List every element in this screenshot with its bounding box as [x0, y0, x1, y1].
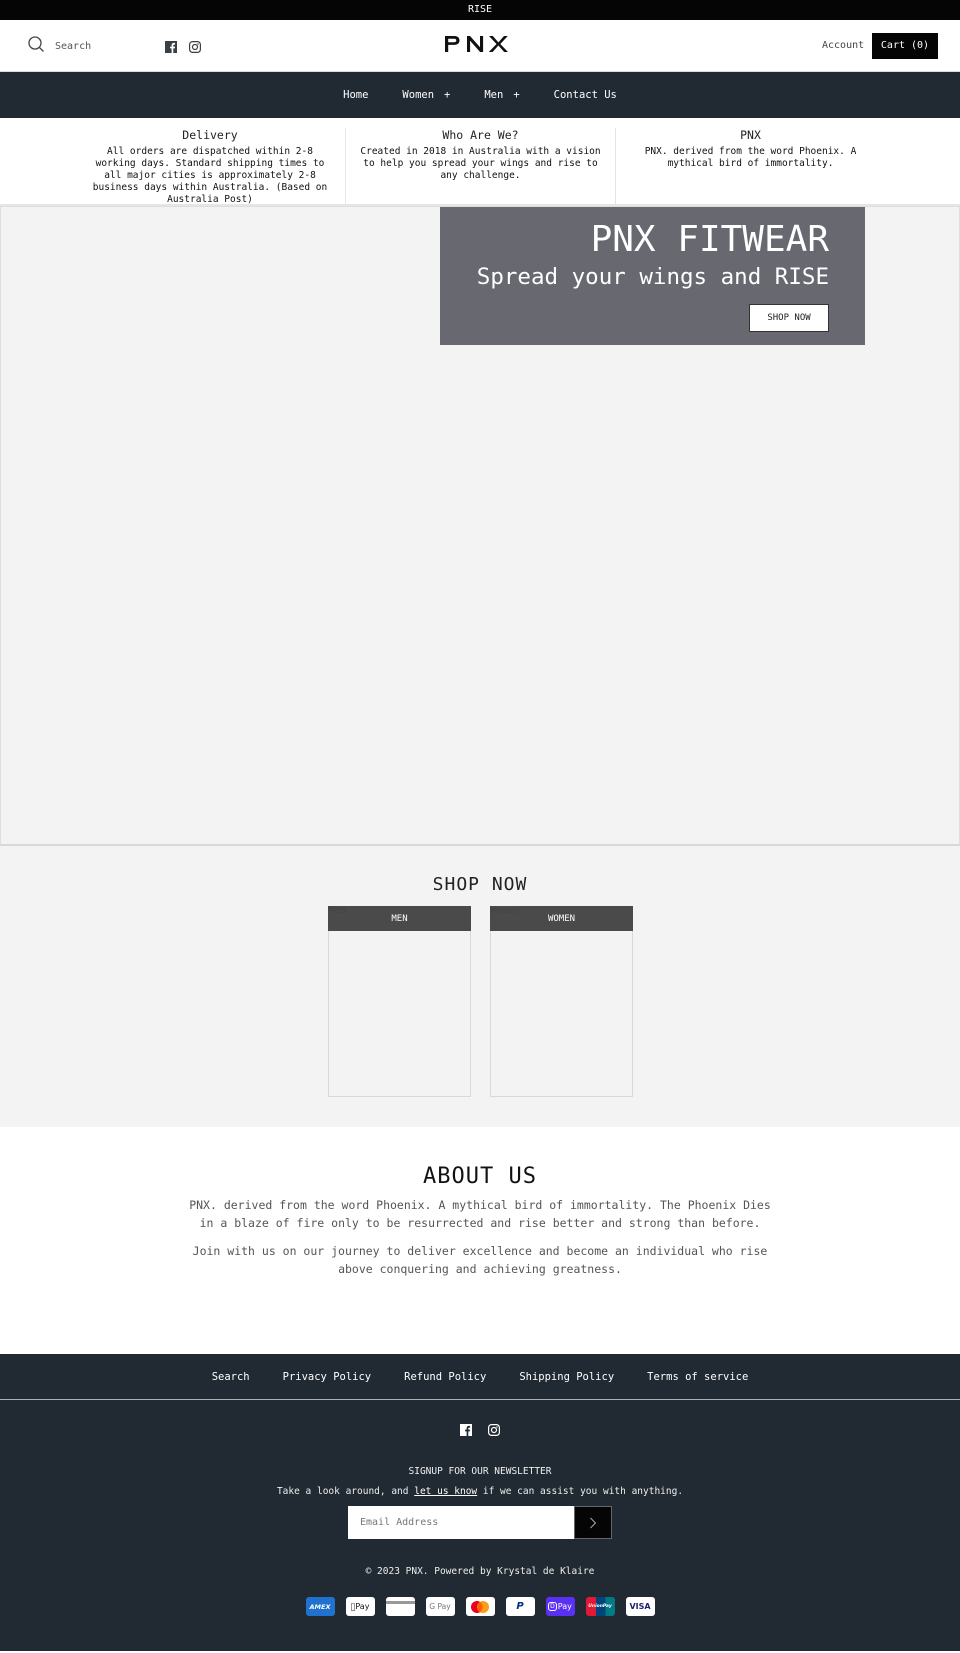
email-input[interactable] [348, 1506, 574, 1539]
hero-banner: PNX FITWEAR Spread your wings and RISE S… [0, 206, 960, 846]
union-pay-icon: UnionPay [585, 1597, 615, 1616]
info-text: Created in 2018 in Australia with a visi… [360, 146, 601, 181]
mastercard-icon [465, 1597, 495, 1616]
footer-socials [0, 1400, 960, 1440]
visa-icon: VISA [625, 1597, 655, 1616]
newsletter-title: SIGNUP FOR OUR NEWSLETTER [408, 1466, 552, 1477]
main-nav: Home Women + Men + Contact Us [0, 72, 960, 118]
info-bar: Delivery All orders are dispatched withi… [0, 118, 960, 206]
plus-icon[interactable]: + [513, 89, 519, 101]
nav-item-label: Contact Us [553, 89, 617, 101]
facebook-icon[interactable] [165, 38, 177, 57]
info-pnx: PNX PNX. derived from the word Phoenix. … [615, 128, 885, 204]
shop-cards: Men MEN Women WOMEN [328, 905, 633, 1097]
nav-item-label: Women [402, 89, 435, 101]
pnx-logo-icon [445, 36, 508, 52]
site-footer: SIGNUP FOR OUR NEWSLETTER Take a look ar… [0, 1400, 960, 1651]
card-image-alt: Men [328, 905, 347, 916]
footer-link-shipping-policy[interactable]: Shipping Policy [503, 1371, 631, 1383]
apple-pay-icon: Pay [345, 1597, 375, 1616]
shop-card-men[interactable]: Men MEN [328, 905, 471, 1097]
shop-card-women[interactable]: Women WOMEN [490, 905, 633, 1097]
info-title: Delivery [182, 128, 238, 142]
shop-pay-label: Pay [557, 1602, 572, 1611]
shop-now-title: SHOP NOW [432, 874, 528, 895]
instagram-icon[interactable] [189, 38, 202, 57]
about-paragraph: PNX. derived from the word Phoenix. A my… [189, 1198, 771, 1230]
info-title: PNX [740, 128, 761, 142]
nav-item-label: Home [343, 89, 369, 101]
nav-item-men[interactable]: Men + [467, 89, 536, 101]
nav-item-home[interactable]: Home [326, 89, 385, 101]
site-header: Search Account Cart (0) [0, 20, 960, 72]
card-label-bar: Women WOMEN [490, 905, 633, 931]
header-socials [165, 38, 202, 57]
shop-now-section: SHOP NOW Men MEN Women WOMEN [0, 846, 960, 1127]
announcement-bar: RISE [0, 0, 960, 20]
footer-link-terms-of-service[interactable]: Terms of service [631, 1371, 765, 1383]
footer-link-search[interactable]: Search [195, 1371, 266, 1383]
payment-icons: AMEX Pay G Pay P DPay UnionPay VISA [0, 1597, 960, 1616]
footer-link-refund-policy[interactable]: Refund Policy [388, 1371, 503, 1383]
card-label: MEN [391, 914, 408, 924]
info-who-are-we: Who Are We? Created in 2018 in Australia… [345, 128, 615, 204]
card-label-bar: Men MEN [328, 905, 471, 931]
site-logo[interactable] [444, 35, 516, 57]
footer-links: Search Privacy Policy Refund Policy Ship… [0, 1354, 960, 1400]
announcement-text: RISE [467, 4, 493, 15]
about-paragraph: Join with us on our journey to deliver e… [192, 1244, 768, 1276]
apple-pay-label: Pay [352, 1602, 369, 1611]
footer-link-privacy-policy[interactable]: Privacy Policy [266, 1371, 388, 1383]
cart-button[interactable]: Cart (0) [872, 33, 938, 59]
info-text: All orders are dispatched within 2-8 wor… [92, 146, 328, 205]
paypal-icon: P [505, 1597, 535, 1616]
info-text: PNX. derived from the word Phoenix. A my… [644, 146, 857, 169]
instagram-icon[interactable] [488, 1421, 501, 1440]
newsletter-submit-button[interactable] [574, 1506, 612, 1539]
copyright-text: © 2023 PNX. Powered by Krystal de Klaire [365, 1566, 595, 1577]
nav-item-label: Men [484, 89, 504, 101]
hero-subtitle: Spread your wings and RISE [476, 264, 829, 290]
search-button[interactable]: Search [28, 36, 91, 57]
diners-club-icon [385, 1597, 415, 1616]
hero-text-box: PNX FITWEAR Spread your wings and RISE S… [440, 207, 865, 345]
card-label: WOMEN [547, 914, 576, 924]
amex-icon: AMEX [305, 1597, 335, 1616]
newsletter-form [0, 1506, 960, 1539]
google-pay-icon: G Pay [425, 1597, 455, 1616]
hero-title: PNX FITWEAR [590, 219, 829, 260]
card-image-alt: Women [490, 905, 521, 916]
let-us-know-link[interactable]: let us know [414, 1486, 477, 1497]
about-section: ABOUT US PNX. derived from the word Phoe… [0, 1127, 960, 1354]
newsletter-text-before: Take a look around, and [276, 1486, 415, 1497]
hero-shop-now-button[interactable]: SHOP NOW [749, 304, 829, 332]
plus-icon[interactable]: + [444, 89, 450, 101]
info-title: Who Are We? [442, 128, 519, 142]
nav-item-contact-us[interactable]: Contact Us [537, 89, 634, 101]
facebook-icon[interactable] [460, 1421, 472, 1440]
search-label: Search [55, 41, 92, 52]
newsletter-text-after: if we can assist you with anything. [477, 1486, 684, 1497]
account-link[interactable]: Account [822, 40, 864, 51]
newsletter-text: Take a look around, and let us know if w… [0, 1486, 960, 1497]
nav-item-women[interactable]: Women + [385, 89, 467, 101]
about-title: ABOUT US [423, 1164, 537, 1189]
search-icon [28, 36, 45, 57]
info-delivery: Delivery All orders are dispatched withi… [75, 128, 345, 205]
chevron-right-icon [590, 1517, 597, 1528]
shop-pay-icon: D Pay [545, 1597, 575, 1616]
